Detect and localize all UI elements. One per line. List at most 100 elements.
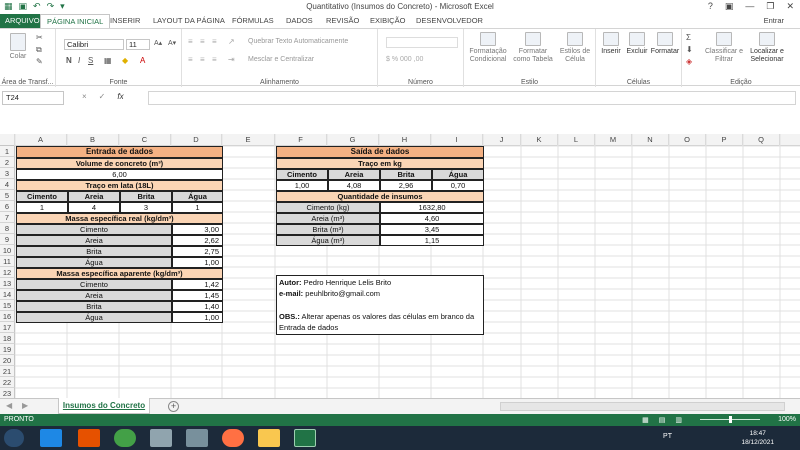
volume-label[interactable]: Volume de concreto (m³) (16, 158, 223, 169)
traco-kg-cimento[interactable]: 1,00 (276, 180, 328, 191)
massa-aparente-name[interactable]: Água (16, 312, 172, 323)
close-icon[interactable]: ✕ (786, 1, 794, 12)
horizontal-scrollbar[interactable] (500, 402, 785, 411)
zoom-slider-handle[interactable] (729, 416, 732, 423)
row-header[interactable]: 19 (0, 344, 15, 355)
saida-title[interactable]: Saída de dados (276, 146, 484, 158)
format-table-button[interactable]: Formatar como Tabela (510, 32, 556, 64)
row-header[interactable]: 2 (0, 157, 15, 168)
tab-home[interactable]: PÁGINA INICIAL (40, 14, 111, 29)
row-header[interactable]: 23 (0, 388, 15, 398)
worksheet-grid[interactable]: 1 2 3 4 5 6 7 8 9 10 11 12 13 14 15 16 17 18 19 20 21 22 23 En… (0, 134, 800, 398)
quantidade-value[interactable]: 4,60 (380, 213, 484, 224)
quantidade-label[interactable]: Quantidade de insumos (276, 191, 484, 202)
paste-button[interactable]: Colar (6, 33, 30, 61)
volume-value[interactable]: 6,00 (16, 169, 223, 180)
align-top-icon[interactable]: ≡ (188, 37, 193, 46)
massa-real-value[interactable]: 2,75 (172, 246, 223, 257)
wrap-text-button[interactable]: Quebrar Texto Automaticamente (248, 38, 348, 45)
quantidade-name[interactable]: Cimento (kg) (276, 202, 380, 213)
grow-font-icon[interactable]: A▴ (154, 39, 162, 47)
add-sheet-button[interactable]: + (168, 401, 179, 412)
ribbon-display-icon[interactable]: ▣ (725, 1, 734, 12)
massa-aparente-value[interactable]: 1,45 (172, 290, 223, 301)
enter-icon[interactable]: ✓ (99, 92, 106, 101)
row-header[interactable]: 20 (0, 355, 15, 366)
file-explorer-icon[interactable] (258, 429, 280, 447)
traco-kg-areia[interactable]: 4,08 (328, 180, 380, 191)
page-break-view-icon[interactable]: ▥ (675, 416, 682, 424)
row-header[interactable]: 10 (0, 245, 15, 256)
font-color-icon[interactable]: A (140, 56, 145, 65)
quantidade-value[interactable]: 3,45 (380, 224, 484, 235)
massa-aparente-name[interactable]: Brita (16, 301, 172, 312)
align-center-icon[interactable]: ≡ (200, 55, 205, 64)
quantidade-name[interactable]: Areia (m³) (276, 213, 380, 224)
traco-areia-value[interactable]: 4 (68, 202, 120, 213)
prev-sheet-icon[interactable]: ◀ (6, 401, 12, 410)
quantidade-value[interactable]: 1632,80 (380, 202, 484, 213)
massa-aparente-value[interactable]: 1,00 (172, 312, 223, 323)
massa-real-name[interactable]: Água (16, 257, 172, 268)
language-indicator[interactable]: PT (663, 433, 672, 440)
email-line[interactable]: e-mail: peuhlbrito@gmail.com (277, 289, 483, 300)
delete-cells-button[interactable]: Excluir (624, 32, 650, 56)
row-header[interactable]: 22 (0, 377, 15, 388)
saida-header-brita[interactable]: Brita (380, 169, 432, 180)
firefox-icon[interactable] (222, 429, 244, 447)
traco-cimento-value[interactable]: 1 (16, 202, 68, 213)
massa-aparente-value[interactable]: 1,40 (172, 301, 223, 312)
network-icon[interactable] (150, 429, 172, 447)
autor-line[interactable]: Autor: Pedro Henrique Lelis Brito (277, 278, 483, 289)
font-size-select[interactable]: 11 (126, 39, 150, 50)
number-format-select[interactable] (386, 37, 458, 48)
massa-aparente-label[interactable]: Massa específica aparente (kg/dm³) (16, 268, 223, 279)
row-header[interactable]: 16 (0, 311, 15, 322)
quantidade-name[interactable]: Água (m³) (276, 235, 380, 246)
insert-function-icon[interactable]: fx (117, 92, 123, 101)
sheet-tab-insumos[interactable]: Insumos do Concreto (58, 398, 150, 414)
tab-review[interactable]: REVISÃO (326, 14, 359, 28)
massa-real-name[interactable]: Areia (16, 235, 172, 246)
italic-icon[interactable]: I (78, 56, 80, 65)
entrada-header-areia[interactable]: Areia (68, 191, 120, 202)
row-header[interactable]: 5 (0, 190, 15, 201)
format-cells-button[interactable]: Formatar (650, 32, 680, 56)
row-header[interactable]: 8 (0, 223, 15, 234)
chrome-icon[interactable] (114, 429, 136, 447)
clear-icon[interactable]: ◈ (686, 57, 692, 66)
cell-styles-button[interactable]: Estilos de Célula (558, 32, 592, 64)
media-player-icon[interactable] (78, 429, 100, 447)
saida-header-cimento[interactable]: Cimento (276, 169, 328, 180)
entrada-header-cimento[interactable]: Cimento (16, 191, 68, 202)
internet-explorer-icon[interactable] (40, 429, 62, 447)
align-bottom-icon[interactable]: ≡ (212, 37, 217, 46)
zoom-level[interactable]: 100% (778, 416, 796, 423)
entrada-title[interactable]: Entrada de dados (16, 146, 223, 158)
massa-aparente-value[interactable]: 1,42 (172, 279, 223, 290)
obs-line-2[interactable]: Entrada de dados (277, 323, 483, 334)
entrada-header-brita[interactable]: Brita (120, 191, 172, 202)
massa-real-value[interactable]: 1,00 (172, 257, 223, 268)
copy-icon[interactable]: ⧉ (36, 45, 42, 55)
indent-icon[interactable]: ⇥ (228, 55, 235, 64)
underline-icon[interactable]: S (88, 56, 93, 65)
tab-insert[interactable]: INSERIR (110, 14, 140, 28)
start-button-icon[interactable] (4, 429, 24, 447)
borders-icon[interactable]: ▦ (104, 56, 112, 65)
tab-page-layout[interactable]: LAYOUT DA PÁGINA (153, 14, 225, 28)
currency-icon[interactable]: $ % 000 ,00 (386, 56, 423, 63)
formula-input[interactable] (148, 91, 796, 105)
quantidade-value[interactable]: 1,15 (380, 235, 484, 246)
massa-aparente-name[interactable]: Areia (16, 290, 172, 301)
row-header[interactable]: 18 (0, 333, 15, 344)
shrink-font-icon[interactable]: A▾ (168, 39, 176, 47)
autosum-icon[interactable]: Σ (686, 33, 691, 42)
minimize-icon[interactable]: — (745, 1, 754, 12)
save-disk-icon[interactable] (186, 429, 208, 447)
row-header[interactable]: 17 (0, 322, 15, 333)
massa-real-name[interactable]: Cimento (16, 224, 172, 235)
row-header[interactable]: 4 (0, 179, 15, 190)
conditional-format-button[interactable]: Formatação Condicional (468, 32, 508, 64)
cut-icon[interactable]: ✂ (36, 33, 43, 42)
